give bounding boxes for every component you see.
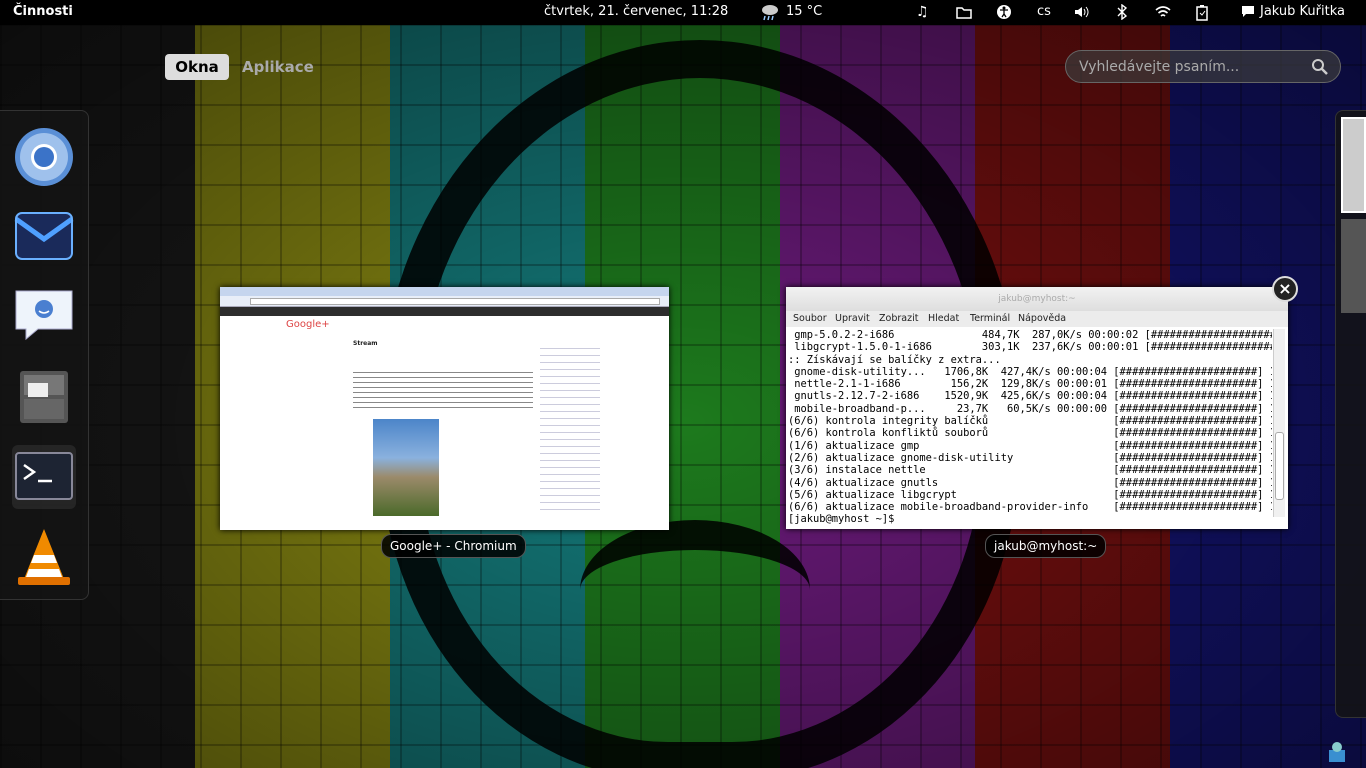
terminal-line: (5/6) aktualizace libgcrypt [###########… <box>788 488 1272 501</box>
stream-heading: Stream <box>353 340 378 347</box>
post-text <box>353 372 533 412</box>
workspace-1[interactable] <box>1341 117 1366 213</box>
tab-windows[interactable]: Okna <box>165 54 229 80</box>
search-icon <box>1312 59 1328 75</box>
menu-upravit[interactable]: Upravit <box>835 313 870 324</box>
wallpaper-skull-mouth <box>580 520 810 660</box>
terminal-line: gmp-5.0.2-2-i686 484,7K 287,0K/s 00:00:0… <box>794 329 1272 341</box>
tab-applications[interactable]: Aplikace <box>242 54 314 80</box>
notification-icon[interactable] <box>1326 740 1350 764</box>
message-icon[interactable] <box>1241 5 1255 18</box>
mail-icon[interactable] <box>12 205 76 269</box>
battery-icon[interactable] <box>1195 4 1209 21</box>
volume-icon[interactable] <box>1074 5 1090 19</box>
rain-cloud-icon[interactable] <box>760 2 780 22</box>
search-input[interactable] <box>1079 51 1309 82</box>
google-plus-right-column <box>540 342 600 512</box>
terminal-title: jakub@myhost:~ <box>786 287 1288 311</box>
bluetooth-icon[interactable] <box>1117 4 1127 20</box>
vlc-icon[interactable] <box>12 525 76 589</box>
terminal-line: gnutls-2.12.7-2-i686 1520,9K 425,6K/s 00… <box>788 390 1272 403</box>
menu-zobrazit[interactable]: Zobrazit <box>879 313 918 324</box>
window-label-terminal: jakub@myhost:~ <box>985 534 1107 558</box>
terminal-line: :: Získávají se balíčky z extra... <box>788 353 1001 366</box>
dash <box>0 110 89 600</box>
google-bar <box>220 307 669 316</box>
keyboard-layout[interactable]: cs <box>1037 4 1051 19</box>
terminal-line: libgcrypt-1.5.0-1-i686 303,1K 237,6K/s 0… <box>794 341 1272 354</box>
terminal-line: gnome-disk-utility... 1706,8K 427,4K/s 0… <box>788 365 1272 378</box>
accessibility-icon[interactable] <box>996 4 1012 20</box>
terminal-window-thumbnail[interactable]: jakub@myhost:~ Soubor Upravit Zobrazit H… <box>786 287 1288 529</box>
terminal-line: nettle-2.1-1-i686 156,2K 129,8K/s 00:00:… <box>788 378 1272 391</box>
chromium-icon[interactable] <box>12 125 76 189</box>
close-window-button[interactable]: × <box>1272 276 1298 302</box>
terminal-line: (6/6) kontrola integrity balíčků [######… <box>788 415 1272 428</box>
chrome-address-bar <box>250 298 660 305</box>
chat-icon[interactable] <box>12 285 76 349</box>
menu-terminal[interactable]: Terminál <box>970 313 1010 324</box>
wifi-icon[interactable] <box>1155 5 1171 19</box>
user-menu[interactable]: Jakub Kuřitka <box>1260 4 1345 19</box>
menu-soubor[interactable]: Soubor <box>793 313 827 324</box>
terminal-line: (4/6) aktualizace gnutls [##############… <box>788 476 1272 489</box>
post-photo <box>373 419 439 516</box>
chrome-tab-bar <box>220 287 669 296</box>
terminal-line: (2/6) aktualizace gnome-disk-utility [##… <box>788 451 1272 464</box>
terminal-scrollbar-thumb[interactable] <box>1275 432 1284 500</box>
file-manager-icon[interactable] <box>12 365 76 429</box>
terminal-line: (6/6) aktualizace mobile-broadband-provi… <box>788 501 1272 514</box>
terminal-icon[interactable] <box>12 445 76 509</box>
folder-icon[interactable] <box>956 5 972 19</box>
chromium-window-thumbnail[interactable]: Google+ Stream <box>220 287 669 530</box>
terminal-line: (3/6) instalace nettle [################… <box>788 464 1272 477</box>
terminal-line: (1/6) aktualizace gmp [#################… <box>788 439 1272 452</box>
window-label-chromium: Google+ - Chromium <box>381 534 526 558</box>
search-box[interactable] <box>1065 50 1341 83</box>
music-icon[interactable]: ♫ <box>916 4 929 20</box>
terminal-output[interactable]: gmp-5.0.2-2-i686 484,7K 287,0K/s 00:00:0… <box>788 329 1272 529</box>
google-plus-sidebar <box>286 342 346 522</box>
menu-napoveda[interactable]: Nápověda <box>1018 313 1066 324</box>
clock[interactable]: čtvrtek, 21. červenec, 11:28 <box>544 4 728 19</box>
top-bar: Činnosti čtvrtek, 21. červenec, 11:28 15… <box>0 0 1366 25</box>
google-plus-logo: Google+ <box>286 319 330 330</box>
terminal-line: (6/6) kontrola konfliktů souborů [######… <box>788 427 1272 440</box>
terminal-line: [jakub@myhost ~]$ <box>788 513 901 526</box>
terminal-line: mobile-broadband-p... 23,7K 60,5K/s 00:0… <box>788 402 1272 415</box>
activities-button[interactable]: Činnosti <box>13 4 73 19</box>
temperature[interactable]: 15 °C <box>786 4 822 19</box>
terminal-menubar: Soubor Upravit Zobrazit Hledat Terminál … <box>786 311 1288 327</box>
menu-hledat[interactable]: Hledat <box>928 313 959 324</box>
workspace-2[interactable] <box>1341 219 1366 313</box>
